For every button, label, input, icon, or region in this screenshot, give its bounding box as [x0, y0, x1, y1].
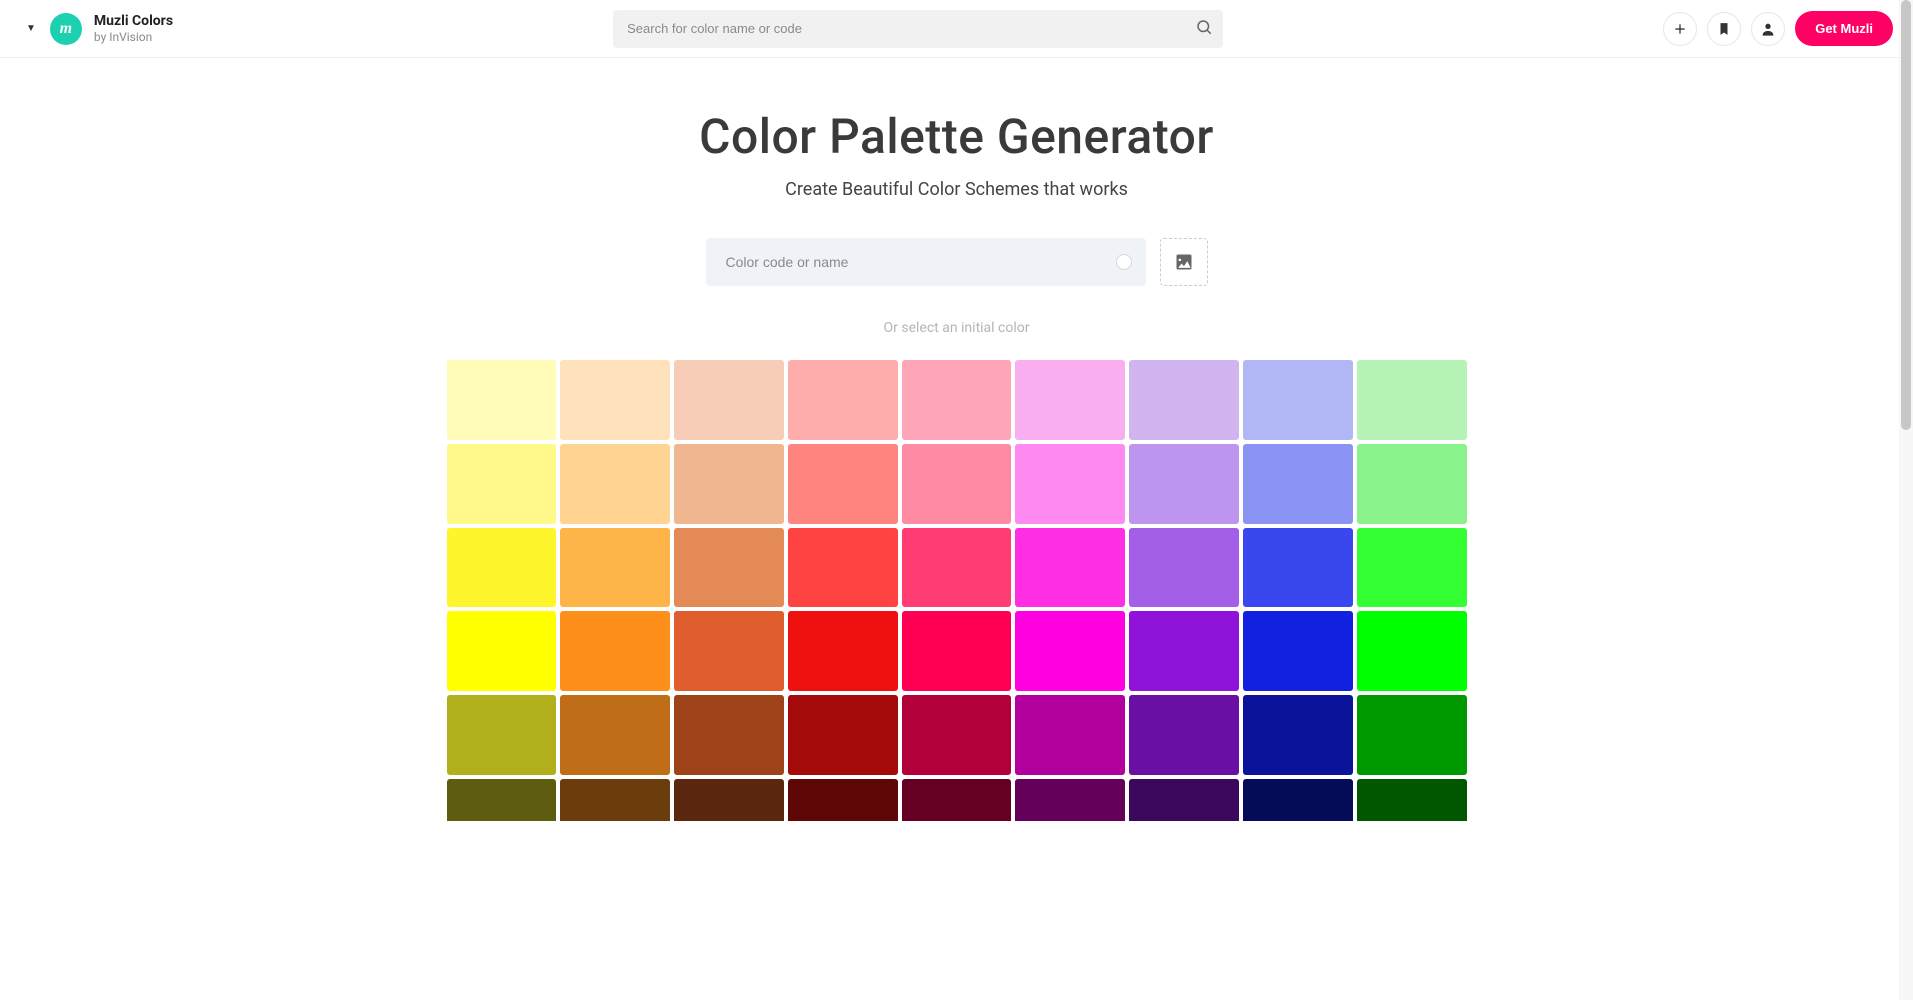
brand-text: Muzli Colors by InVision [94, 13, 173, 44]
color-swatch[interactable] [1129, 528, 1239, 608]
color-swatch[interactable] [560, 444, 670, 524]
image-upload-button[interactable] [1160, 238, 1208, 286]
color-swatch[interactable] [1243, 360, 1353, 440]
color-swatch[interactable] [560, 779, 670, 821]
color-swatch[interactable] [447, 444, 557, 524]
main: Color Palette Generator Create Beautiful… [427, 58, 1487, 861]
color-swatch[interactable] [1129, 360, 1239, 440]
color-swatch[interactable] [447, 779, 557, 821]
color-preview-dot-icon[interactable] [1116, 254, 1132, 270]
add-button[interactable] [1663, 12, 1697, 46]
color-swatch[interactable] [674, 779, 784, 821]
color-swatch[interactable] [1243, 695, 1353, 775]
color-swatch[interactable] [447, 695, 557, 775]
color-swatch[interactable] [1015, 779, 1125, 821]
color-input-wrap [706, 238, 1146, 286]
color-swatch[interactable] [1357, 444, 1467, 524]
profile-button[interactable] [1751, 12, 1785, 46]
color-swatch[interactable] [1015, 360, 1125, 440]
color-swatch[interactable] [788, 779, 898, 821]
header: ▼ m Muzli Colors by InVision [0, 0, 1913, 58]
color-swatch[interactable] [902, 528, 1012, 608]
color-swatch[interactable] [1357, 695, 1467, 775]
bookmark-button[interactable] [1707, 12, 1741, 46]
color-swatch[interactable] [674, 611, 784, 691]
color-swatch[interactable] [1357, 779, 1467, 821]
color-swatch[interactable] [902, 360, 1012, 440]
color-swatch[interactable] [447, 360, 557, 440]
color-swatch[interactable] [560, 528, 670, 608]
logo[interactable]: m [50, 13, 82, 45]
color-swatch[interactable] [1015, 528, 1125, 608]
color-swatch[interactable] [1357, 360, 1467, 440]
color-swatch[interactable] [788, 360, 898, 440]
color-swatch[interactable] [447, 611, 557, 691]
color-swatch[interactable] [788, 611, 898, 691]
color-input[interactable] [706, 238, 1146, 286]
color-swatch[interactable] [902, 611, 1012, 691]
color-swatch[interactable] [902, 779, 1012, 821]
search-wrap [613, 10, 1223, 48]
color-grid [447, 360, 1467, 821]
color-swatch[interactable] [1357, 611, 1467, 691]
get-muzli-button[interactable]: Get Muzli [1795, 11, 1893, 46]
header-left: ▼ m Muzli Colors by InVision [20, 13, 173, 45]
color-swatch[interactable] [1015, 695, 1125, 775]
brand-subtitle: by InVision [94, 30, 173, 44]
scrollbar-track[interactable] [1899, 0, 1913, 1000]
color-swatch[interactable] [1129, 611, 1239, 691]
scrollbar-thumb[interactable] [1901, 0, 1911, 430]
image-icon [1174, 252, 1194, 272]
input-row [447, 238, 1467, 286]
color-swatch[interactable] [1243, 528, 1353, 608]
header-right: Get Muzli [1663, 11, 1893, 46]
color-swatch[interactable] [788, 695, 898, 775]
search-icon[interactable] [1195, 18, 1213, 40]
page-subtitle: Create Beautiful Color Schemes that work… [447, 179, 1467, 200]
color-swatch[interactable] [560, 695, 670, 775]
color-swatch[interactable] [1015, 444, 1125, 524]
color-swatch[interactable] [788, 528, 898, 608]
dropdown-caret-icon[interactable]: ▼ [20, 23, 42, 34]
color-swatch[interactable] [560, 611, 670, 691]
color-swatch[interactable] [1129, 444, 1239, 524]
color-swatch[interactable] [1243, 444, 1353, 524]
color-swatch[interactable] [1243, 611, 1353, 691]
helper-text: Or select an initial color [447, 320, 1467, 336]
color-swatch[interactable] [1015, 611, 1125, 691]
logo-letter: m [60, 20, 72, 38]
color-swatch[interactable] [447, 528, 557, 608]
color-swatch[interactable] [1357, 528, 1467, 608]
color-swatch[interactable] [1129, 779, 1239, 821]
color-swatch[interactable] [560, 360, 670, 440]
page-title: Color Palette Generator [447, 108, 1467, 165]
color-swatch[interactable] [1129, 695, 1239, 775]
color-swatch[interactable] [902, 695, 1012, 775]
color-swatch[interactable] [674, 444, 784, 524]
color-swatch[interactable] [788, 444, 898, 524]
color-swatch[interactable] [674, 360, 784, 440]
brand-title: Muzli Colors [94, 13, 173, 30]
color-swatch[interactable] [902, 444, 1012, 524]
color-swatch[interactable] [674, 528, 784, 608]
color-swatch[interactable] [674, 695, 784, 775]
search-input[interactable] [613, 10, 1223, 48]
color-swatch[interactable] [1243, 779, 1353, 821]
